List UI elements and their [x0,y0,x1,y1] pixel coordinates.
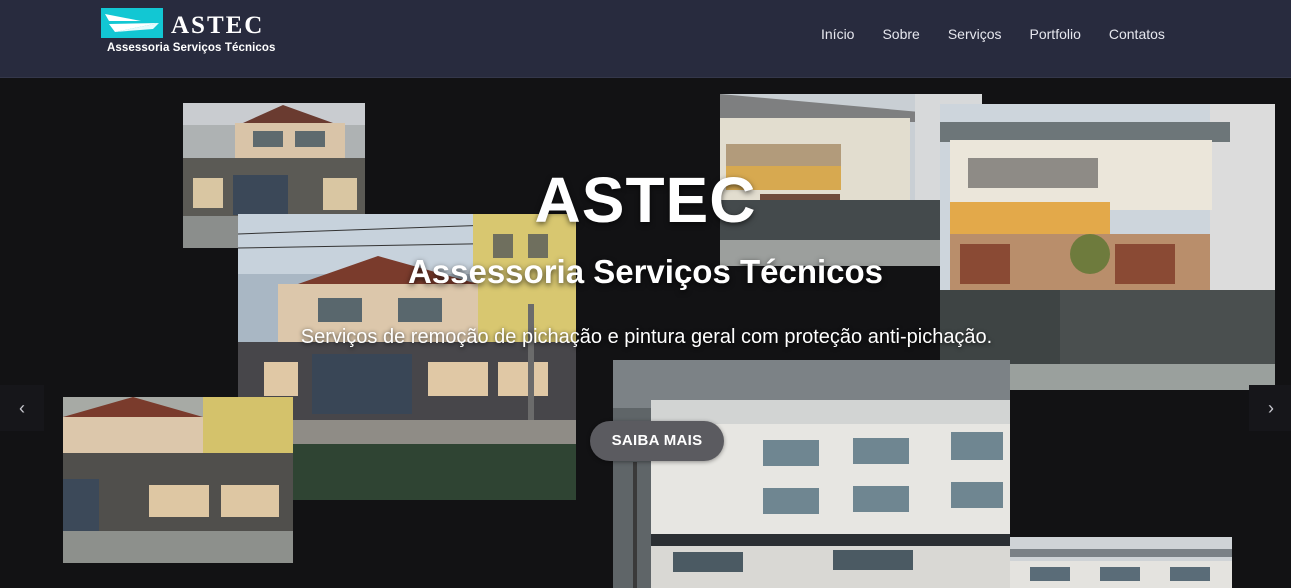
hero-slider: ASTEC Assessoria Serviços Técnicos Servi… [0,79,1291,588]
portfolio-photo [613,360,1010,588]
chevron-left-icon: ‹ [19,398,25,418]
hero-subtitle: Assessoria Serviços Técnicos [407,253,884,290]
hero-description: Serviços de remoção de pichação e pintur… [300,326,993,348]
slider-prev-button[interactable]: ‹ [0,385,44,431]
portfolio-photo [1010,537,1232,588]
chevron-right-icon: › [1268,398,1274,418]
nav-item-sobre[interactable]: Sobre [868,24,933,44]
nav-item-inicio[interactable]: Início [807,24,868,44]
saiba-mais-button[interactable]: SAIBA MAIS [590,421,724,461]
hero-title: ASTEC [534,164,757,236]
logo-mark-icon [101,8,163,38]
nav-item-contatos[interactable]: Contatos [1095,24,1179,44]
logo-tagline: Assessoria Serviços Técnicos [107,40,276,54]
slider-next-button[interactable]: › [1249,385,1291,431]
nav-item-servicos[interactable]: Serviços [934,24,1016,44]
main-nav: Início Sobre Serviços Portfolio Contatos [807,24,1179,44]
site-header: ASTEC Assessoria Serviços Técnicos Iníci… [0,0,1291,78]
brand-logo[interactable]: ASTEC Assessoria Serviços Técnicos [101,8,291,58]
nav-item-portfolio[interactable]: Portfolio [1016,24,1095,44]
portfolio-photo [63,397,293,563]
logo-wordmark: ASTEC [171,12,265,39]
